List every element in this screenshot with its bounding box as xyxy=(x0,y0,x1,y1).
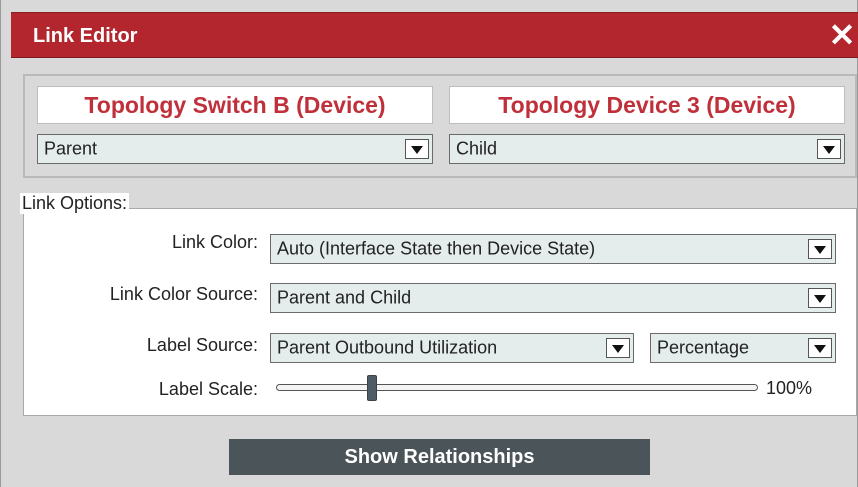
label-source-value: Parent Outbound Utilization xyxy=(277,337,498,358)
show-relationships-button[interactable]: Show Relationships xyxy=(229,439,650,475)
label-source-select[interactable]: Parent Outbound Utilization xyxy=(270,333,634,363)
parent-role-select[interactable]: Parent xyxy=(37,134,433,164)
link-options-legend: Link Options: xyxy=(20,193,130,214)
chevron-down-icon[interactable] xyxy=(808,239,832,259)
child-device-name: Topology Device 3 (Device) xyxy=(449,86,845,124)
link-color-source-label: Link Color Source: xyxy=(109,284,258,304)
close-icon[interactable]: ✕ xyxy=(827,17,857,53)
link-options-group: Link Options: Link Color: Auto (Interfac… xyxy=(20,193,857,416)
link-color-value: Auto (Interface State then Device State) xyxy=(277,238,596,259)
link-editor-dialog: Link Editor ✕ Topology Switch B (Device)… xyxy=(0,0,858,487)
parent-role-value: Parent xyxy=(44,138,98,159)
label-source-label: Label Source: xyxy=(146,335,258,355)
chevron-down-icon[interactable] xyxy=(405,139,429,159)
link-color-select[interactable]: Auto (Interface State then Device State) xyxy=(270,234,836,264)
label-scale-slider-handle[interactable] xyxy=(367,375,378,401)
chevron-down-icon[interactable] xyxy=(817,139,841,159)
chevron-down-icon[interactable] xyxy=(606,338,630,358)
parent-device-name: Topology Switch B (Device) xyxy=(37,86,433,124)
label-format-value: Percentage xyxy=(657,337,750,358)
label-scale-value: 100% xyxy=(766,378,813,398)
child-role-value: Child xyxy=(456,138,498,159)
label-format-select[interactable]: Percentage xyxy=(650,333,836,363)
link-color-source-select[interactable]: Parent and Child xyxy=(270,283,836,313)
link-color-label: Link Color: xyxy=(171,232,258,252)
chevron-down-icon[interactable] xyxy=(808,288,832,308)
title-bar: Link Editor ✕ xyxy=(11,12,858,58)
chevron-down-icon[interactable] xyxy=(808,338,832,358)
label-scale-slider-track[interactable] xyxy=(276,384,758,391)
device-panel: Topology Switch B (Device) Topology Devi… xyxy=(23,74,857,178)
label-scale-label: Label Scale: xyxy=(158,379,258,399)
link-color-source-value: Parent and Child xyxy=(277,287,412,308)
dialog-title: Link Editor xyxy=(33,25,138,47)
child-role-select[interactable]: Child xyxy=(449,134,845,164)
